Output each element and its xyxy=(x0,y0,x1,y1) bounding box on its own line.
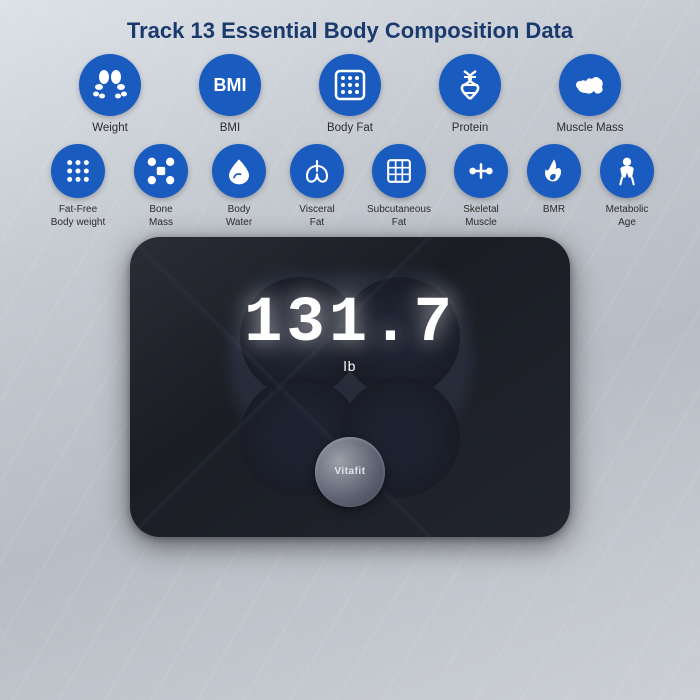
icon-item-subcutaneous: SubcutaneousFat xyxy=(359,144,439,229)
icon-item-protein: Protein xyxy=(416,54,524,136)
scale-brand-label: Vitafit xyxy=(334,466,365,477)
protein-label: Protein xyxy=(452,121,488,136)
metabolic-label: MetabolicAge xyxy=(606,203,649,229)
icon-item-skeletal: SkeletalMuscle xyxy=(445,144,517,229)
person-icon xyxy=(612,156,642,186)
icon-item-bone-mass: BoneMass xyxy=(125,144,197,229)
scale-reading: 131.7 xyxy=(244,292,456,356)
icons-section: Weight BMI BMI xyxy=(0,54,700,229)
body-water-icon-circle xyxy=(212,144,266,198)
bone-icon xyxy=(146,156,176,186)
bmi-text-icon: BMI xyxy=(214,75,247,96)
icon-row-2: Fat-FreeBody weight BoneMass xyxy=(10,144,690,229)
icon-item-fat-free: Fat-FreeBody weight xyxy=(37,144,119,229)
bmi-label: BMI xyxy=(220,121,240,136)
icon-item-bmr: BMR xyxy=(523,144,585,229)
page-title: Track 13 Essential Body Composition Data xyxy=(0,0,700,54)
subcutaneous-icon xyxy=(384,156,414,186)
subcutaneous-label: SubcutaneousFat xyxy=(367,203,431,229)
water-drop-icon xyxy=(224,156,254,186)
bmr-icon-circle xyxy=(527,144,581,198)
weight-icon-circle xyxy=(79,54,141,116)
bmi-icon-circle: BMI xyxy=(199,54,261,116)
protein-icon-circle xyxy=(439,54,501,116)
icon-item-body-fat: Body Fat xyxy=(296,54,404,136)
flame-icon xyxy=(539,156,569,186)
icon-row-1: Weight BMI BMI xyxy=(10,54,690,136)
fat-free-icon-circle xyxy=(51,144,105,198)
skeletal-label: SkeletalMuscle xyxy=(463,203,499,229)
scale-brand-button[interactable]: Vitafit xyxy=(315,437,385,507)
metabolic-icon-circle xyxy=(600,144,654,198)
muscle-mass-label: Muscle Mass xyxy=(556,121,623,136)
muscle-icon xyxy=(572,67,608,103)
body-fat-icon xyxy=(332,67,368,103)
weight-label: Weight xyxy=(92,121,128,136)
icon-item-visceral-fat: VisceralFat xyxy=(281,144,353,229)
scale-display: 131.7 lb xyxy=(244,292,456,374)
lungs-icon xyxy=(302,156,332,186)
icon-item-bmi: BMI BMI xyxy=(176,54,284,136)
visceral-fat-label: VisceralFat xyxy=(299,203,334,229)
body-fat-icon-circle xyxy=(319,54,381,116)
skeletal-icon-circle xyxy=(454,144,508,198)
feet-icon xyxy=(92,67,128,103)
body-water-label: BodyWater xyxy=(226,203,252,229)
fat-free-label: Fat-FreeBody weight xyxy=(51,203,105,229)
bmr-label: BMR xyxy=(543,203,565,216)
icon-item-body-water: BodyWater xyxy=(203,144,275,229)
dna-icon xyxy=(452,67,488,103)
scale-unit: lb xyxy=(244,358,456,374)
scale-section: 131.7 lb Vitafit xyxy=(0,237,700,537)
muscle-mass-icon-circle xyxy=(559,54,621,116)
subcutaneous-icon-circle xyxy=(372,144,426,198)
icon-item-metabolic: MetabolicAge xyxy=(591,144,663,229)
bone-mass-icon-circle xyxy=(134,144,188,198)
scale-device: 131.7 lb Vitafit xyxy=(130,237,570,537)
body-fat-label: Body Fat xyxy=(327,121,373,136)
visceral-fat-icon-circle xyxy=(290,144,344,198)
page-background: Track 13 Essential Body Composition Data xyxy=(0,0,700,700)
icon-item-weight: Weight xyxy=(56,54,164,136)
fat-free-icon xyxy=(63,156,93,186)
bone-mass-label: BoneMass xyxy=(149,203,173,229)
skeletal-icon xyxy=(466,156,496,186)
icon-item-muscle-mass: Muscle Mass xyxy=(536,54,644,136)
